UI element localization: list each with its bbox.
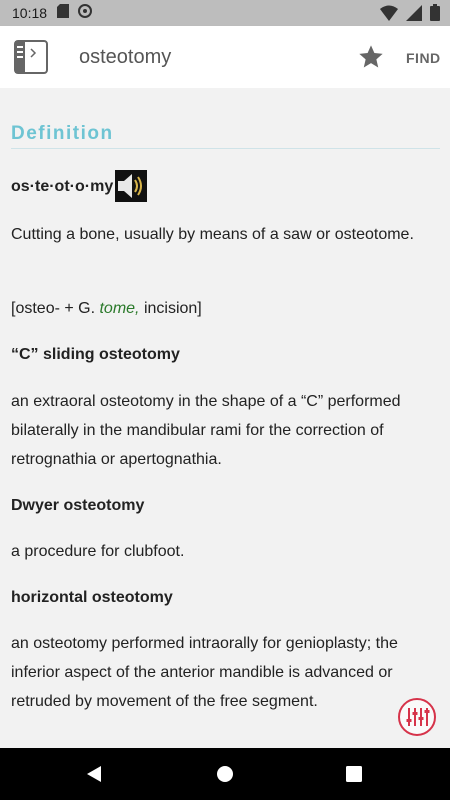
subentry-definition: a procedure for clubfoot. [11,543,185,560]
subentry-term: Dwyer osteotomy [11,497,145,514]
navigation-bar [0,748,450,800]
battery-icon [430,4,440,26]
sliders-icon [398,698,436,736]
headword-row: os·te·ot·o·my [11,170,431,202]
etymology-prefix: [osteo- + G. [11,300,100,317]
subentry-term: “C” sliding osteotomy [11,346,180,363]
section-divider [11,148,440,149]
app-bar: osteotomy FIND [0,26,450,88]
definition-text: Cutting a bone, usually by means of a sa… [11,226,414,243]
wifi-icon [380,5,398,26]
equalizer-fab-button[interactable] [397,697,437,737]
sd-card-icon [57,3,70,23]
subentry-term: horizontal osteotomy [11,589,173,606]
home-icon[interactable] [216,765,234,788]
book-icon[interactable] [14,40,48,74]
find-button[interactable]: FIND [406,50,441,66]
speaker-icon[interactable] [115,170,148,202]
status-time: 10:18 [12,5,48,21]
headword: os·te·ot·o·my [11,177,114,195]
page-title: osteotomy [79,46,172,68]
cellular-icon [406,4,422,26]
subentry-definition: an extraoral osteotomy in the shape of a… [11,393,401,468]
etymology-suffix: incision] [139,300,202,317]
back-icon[interactable] [85,764,103,789]
status-bar: 10:18 [0,0,450,26]
section-heading: Definition [11,123,114,144]
subentry-definition: an osteotomy performed intraorally for g… [11,635,398,710]
sync-icon [77,3,93,24]
recent-apps-icon[interactable] [346,766,362,787]
star-icon[interactable] [357,43,385,71]
definition-content: Definition os·te·ot·o·my Cutting a bone,… [0,88,450,748]
etymology: [osteo- + G. tome, incision] [11,294,431,323]
etymology-term: tome, [99,300,140,317]
